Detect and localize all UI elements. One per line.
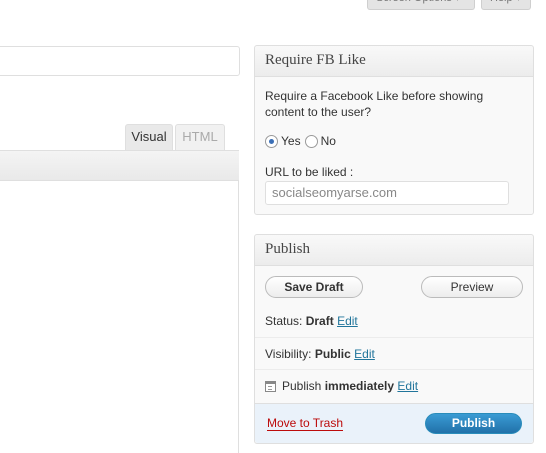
tab-html[interactable]: HTML bbox=[175, 124, 225, 150]
no-radio-label[interactable]: No bbox=[321, 134, 336, 148]
editor-border bbox=[238, 181, 239, 453]
status-label: Status: bbox=[265, 314, 303, 328]
preview-button[interactable]: Preview bbox=[421, 276, 523, 298]
status-edit-link[interactable]: Edit bbox=[337, 314, 358, 328]
visibility-edit-link[interactable]: Edit bbox=[354, 347, 375, 361]
url-to-like-input[interactable]: socialseomyarse.com bbox=[265, 181, 509, 205]
help-tab[interactable]: Help ▾ bbox=[481, 0, 531, 10]
publish-label: Publish bbox=[282, 379, 322, 393]
tab-visual[interactable]: Visual bbox=[125, 124, 173, 150]
yes-radio-label[interactable]: Yes bbox=[281, 134, 301, 148]
require-fb-like-title[interactable]: Require FB Like bbox=[255, 46, 533, 77]
publish-button[interactable]: Publish bbox=[425, 413, 522, 434]
editor-toolbar bbox=[0, 150, 239, 181]
publish-box: Publish Save Draft Preview Status: Draft… bbox=[254, 234, 534, 444]
publish-title[interactable]: Publish bbox=[255, 235, 533, 266]
publish-time-edit-link[interactable]: Edit bbox=[397, 379, 418, 393]
visibility-label: Visibility: bbox=[265, 347, 312, 361]
save-draft-button[interactable]: Save Draft bbox=[265, 276, 363, 298]
require-like-options: Yes No bbox=[265, 132, 340, 150]
post-editor-page: Screen Options ▾ Help ▾ Visual HTML Requ… bbox=[0, 0, 546, 453]
visibility-value: Public bbox=[314, 347, 351, 361]
publish-actions: Move to Trash Publish bbox=[255, 403, 533, 443]
status-value: Draft bbox=[305, 314, 334, 328]
status-row: Status: Draft Edit bbox=[255, 305, 533, 337]
require-fb-like-description: Require a Facebook Like before showing c… bbox=[265, 89, 484, 119]
visibility-row: Visibility: Public Edit bbox=[255, 337, 533, 369]
post-title-input[interactable] bbox=[0, 46, 240, 76]
calendar-icon bbox=[265, 381, 276, 392]
url-label: URL to be liked : bbox=[265, 165, 354, 179]
move-to-trash-link[interactable]: Move to Trash bbox=[267, 417, 344, 431]
screen-options-tab[interactable]: Screen Options ▾ bbox=[367, 0, 475, 10]
yes-radio[interactable] bbox=[265, 134, 278, 148]
require-fb-like-box: Require FB Like Require a Facebook Like … bbox=[254, 45, 534, 215]
no-radio[interactable] bbox=[304, 134, 318, 148]
publish-time-value: immediately bbox=[324, 379, 395, 393]
publish-time-row: Publish immediately Edit bbox=[255, 369, 533, 401]
